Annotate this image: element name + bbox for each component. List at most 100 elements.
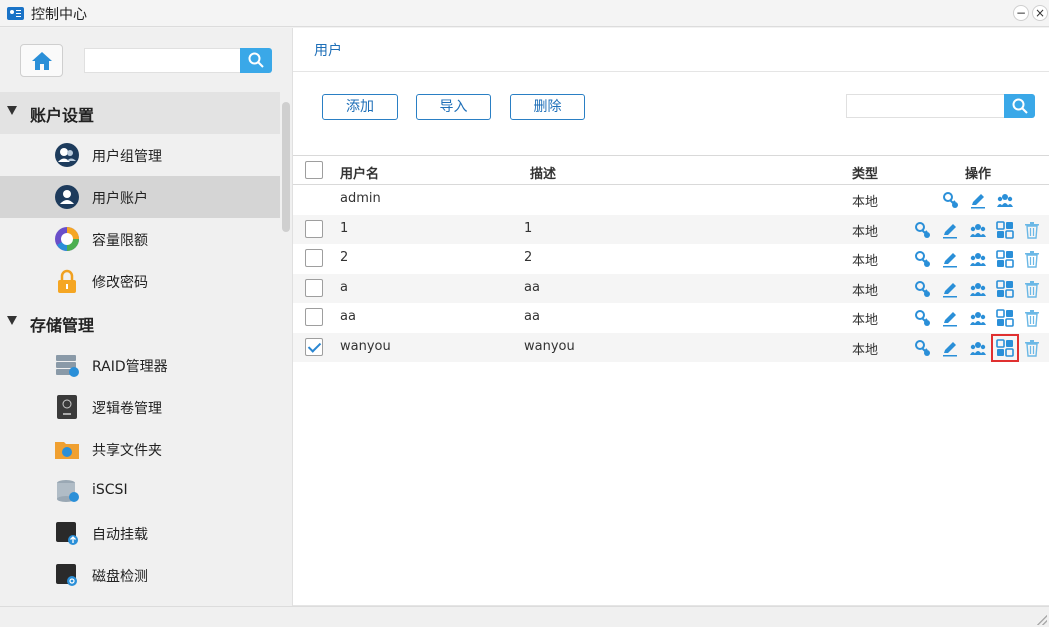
- resize-grip[interactable]: [1037, 615, 1047, 625]
- table-row[interactable]: aa aa 本地: [293, 303, 1049, 332]
- edit-pencil-icon[interactable]: [941, 280, 959, 298]
- table-row[interactable]: admin 本地: [293, 185, 1049, 214]
- user-search-button[interactable]: [1004, 94, 1035, 118]
- table-row[interactable]: 1 1 本地: [293, 214, 1049, 244]
- key-user-icon[interactable]: [913, 280, 931, 298]
- grid-apps-icon[interactable]: [996, 279, 1014, 298]
- table-row[interactable]: a aa 本地: [293, 273, 1049, 303]
- row-checkbox[interactable]: [305, 249, 323, 268]
- row-checkbox[interactable]: [305, 338, 323, 356]
- user-group-op-icon[interactable]: [996, 191, 1014, 209]
- trash-icon[interactable]: [1023, 280, 1041, 298]
- sidebar-search-button[interactable]: [240, 48, 272, 73]
- cell-desc: aa: [524, 279, 540, 295]
- header-name[interactable]: 用户名: [340, 163, 379, 182]
- user-group-op-icon[interactable]: [969, 309, 987, 327]
- close-button[interactable]: ×: [1032, 5, 1048, 21]
- header-desc[interactable]: 描述: [530, 163, 556, 182]
- edit-pencil-icon[interactable]: [941, 221, 959, 239]
- cell-type: 本地: [852, 313, 879, 329]
- search-icon: [248, 52, 264, 68]
- user-group-op-icon[interactable]: [969, 339, 987, 357]
- row-checkbox[interactable]: [305, 308, 323, 327]
- cell-name: wanyou: [340, 339, 391, 354]
- key-user-icon[interactable]: [913, 221, 931, 239]
- grid-apps-icon[interactable]: [991, 334, 1019, 362]
- collapse-arrow-icon: [7, 106, 17, 115]
- breadcrumb[interactable]: 用户: [314, 40, 342, 60]
- cell-desc: 1: [524, 220, 533, 236]
- key-user-icon[interactable]: [913, 250, 931, 268]
- cell-name: 1: [340, 220, 349, 236]
- iscsi-icon: [57, 480, 79, 502]
- sidebar-item-lvm[interactable]: 逻辑卷管理: [0, 386, 280, 428]
- main-panel: 用户 添加 导入 删除 用户名 描述 类型 操作 admin 本地 1 1 本地 2 2 本地…: [293, 28, 1049, 606]
- cell-desc: aa: [524, 309, 540, 325]
- search-icon: [1012, 98, 1028, 114]
- group-account-settings[interactable]: 账户设置: [0, 92, 280, 134]
- edit-pencil-icon[interactable]: [941, 339, 959, 357]
- collapse-arrow-icon: [7, 316, 17, 325]
- add-button[interactable]: 添加: [322, 94, 398, 120]
- sidebar-item-raid[interactable]: RAID管理器: [0, 344, 280, 386]
- sidebar-item-shared-folder[interactable]: 共享文件夹: [0, 428, 280, 470]
- sidebar-item-quota[interactable]: 容量限额: [0, 218, 280, 260]
- user-group-op-icon[interactable]: [969, 280, 987, 298]
- cell-name: admin: [340, 191, 381, 206]
- grid-apps-icon[interactable]: [996, 250, 1014, 268]
- sidebar-search-input[interactable]: [84, 48, 241, 73]
- title-bar: 控制中心 − ×: [0, 0, 1049, 27]
- home-icon: [32, 52, 52, 70]
- user-search-input[interactable]: [846, 94, 1005, 118]
- home-button[interactable]: [20, 44, 63, 77]
- divider: [293, 71, 1049, 72]
- sidebar-scrollbar[interactable]: [282, 102, 290, 232]
- import-button[interactable]: 导入: [416, 94, 491, 120]
- cell-type: 本地: [852, 224, 879, 240]
- edit-pencil-icon[interactable]: [941, 309, 959, 327]
- cell-type: 本地: [852, 343, 879, 358]
- key-user-icon[interactable]: [913, 339, 931, 357]
- key-user-icon[interactable]: [941, 191, 959, 209]
- table-row[interactable]: 2 2 本地: [293, 244, 1049, 273]
- key-user-icon[interactable]: [913, 309, 931, 327]
- lock-icon: [58, 269, 76, 293]
- window-title: 控制中心: [31, 7, 87, 23]
- lvm-icon: [57, 395, 77, 419]
- sidebar-item-user-account[interactable]: 用户账户: [0, 176, 280, 218]
- automount-icon: [56, 522, 78, 545]
- trash-icon[interactable]: [1023, 221, 1041, 239]
- row-checkbox[interactable]: [305, 219, 323, 238]
- user-group-op-icon[interactable]: [969, 221, 987, 239]
- user-group-op-icon[interactable]: [969, 250, 987, 268]
- table-header: 用户名 描述 类型 操作: [293, 155, 1049, 185]
- sidebar-item-change-password[interactable]: 修改密码: [0, 260, 280, 302]
- cell-type: 本地: [852, 195, 879, 210]
- select-all-checkbox[interactable]: [305, 161, 323, 179]
- shared-folder-icon: [55, 442, 79, 459]
- grid-apps-icon[interactable]: [996, 309, 1014, 328]
- trash-icon[interactable]: [1023, 250, 1041, 268]
- header-type[interactable]: 类型: [852, 163, 878, 182]
- trash-icon[interactable]: [1023, 339, 1041, 357]
- grid-apps-icon[interactable]: [996, 220, 1014, 239]
- cell-desc: 2: [524, 250, 533, 266]
- trash-icon[interactable]: [1023, 309, 1041, 328]
- minimize-button[interactable]: −: [1013, 5, 1029, 21]
- user-account-icon: [55, 185, 79, 209]
- table-row[interactable]: wanyou wanyou 本地: [293, 333, 1049, 362]
- edit-pencil-icon[interactable]: [969, 191, 987, 209]
- user-group-icon: [55, 143, 79, 167]
- cell-name: aa: [340, 309, 356, 325]
- edit-pencil-icon[interactable]: [941, 250, 959, 268]
- sidebar-item-automount[interactable]: 自动挂载: [0, 512, 280, 554]
- sidebar-item-user-group[interactable]: 用户组管理: [0, 134, 280, 176]
- sidebar-item-iscsi[interactable]: iSCSI: [0, 470, 280, 512]
- status-bar: [0, 606, 1049, 627]
- delete-button[interactable]: 删除: [510, 94, 585, 120]
- quota-pie-icon: [55, 227, 79, 251]
- group-storage-management[interactable]: 存储管理: [0, 302, 280, 344]
- row-checkbox[interactable]: [305, 278, 323, 297]
- sidebar-item-disk-check[interactable]: 磁盘检测: [0, 554, 280, 596]
- sidebar: 账户设置 用户组管理 用户账户 容量限额 修改密码 存储管理 RAID管理器 逻…: [0, 28, 293, 606]
